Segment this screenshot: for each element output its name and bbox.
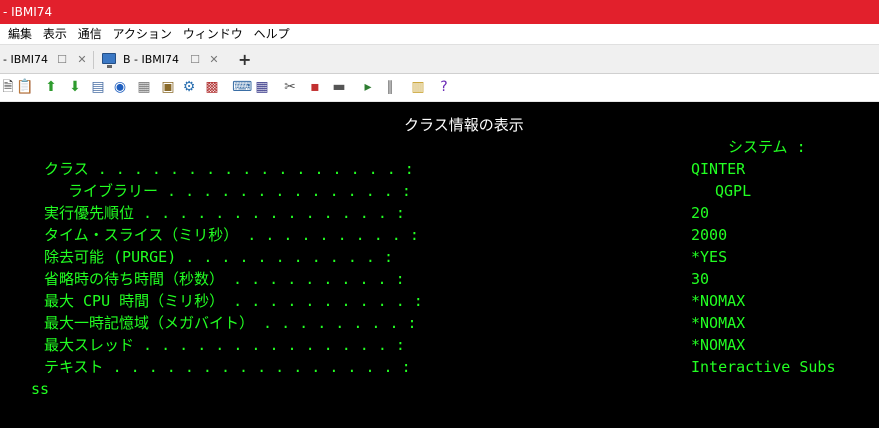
field-value-priority: 20 (691, 204, 710, 222)
record-icon[interactable]: ▪ (307, 79, 323, 96)
copy-icon[interactable]: 🗎 (0, 79, 16, 96)
keyboard-icon[interactable]: ⌨ (232, 79, 252, 96)
restore-icon[interactable]: ☐ (189, 48, 201, 72)
screen-title: クラス情報の表示 (404, 116, 524, 134)
monitor-icon (102, 53, 116, 68)
field-label-max-cpu: 最大 CPU 時間（ミリ秒） . . . . . . . . . . : (44, 292, 423, 310)
toolbar: 🗎 📋 ⬆ ⬇ ▤ ◉ ▦ ▣ ⚙ ▩ ⌨ ▦ ✂ ▪ ▬ ▸ ∥ ▥? (0, 74, 879, 102)
close-icon[interactable]: ✕ (76, 48, 88, 72)
tab-b-ibmi74[interactable]: B - IBMI74 ☐ ✕ (123, 48, 219, 72)
menu-view[interactable]: 表示 (43, 27, 67, 41)
settings-icon[interactable]: ⚙ (181, 79, 197, 96)
menu-window[interactable]: ウィンドウ (183, 27, 243, 41)
new-tab-button[interactable]: + (238, 48, 251, 72)
menu-communication[interactable]: 通信 (78, 27, 102, 41)
window-title: - IBMI74 (3, 5, 53, 19)
grid-icon[interactable]: ▦ (254, 79, 270, 96)
help-icon[interactable]: ? (436, 79, 452, 96)
field-value-max-threads: *NOMAX (691, 336, 746, 354)
notes-icon[interactable]: ▥ (410, 79, 426, 96)
tab-divider (93, 51, 94, 69)
close-icon[interactable]: ✕ (208, 48, 220, 72)
field-value-library: QGPL (715, 182, 752, 200)
tools-icon[interactable]: ✂ (282, 79, 298, 96)
terminal-screen[interactable]: クラス情報の表示 システム : クラス . . . . . . . . . . … (0, 102, 879, 428)
menu-bar: 編集 表示 通信 アクション ウィンドウ ヘルプ (0, 24, 879, 44)
field-value-class: QINTER (691, 160, 746, 178)
field-label-class: クラス . . . . . . . . . . . . . . . . . : (44, 160, 414, 178)
tab-label: - IBMI74 (3, 53, 48, 66)
field-value-purge: *YES (691, 248, 728, 266)
field-label-library: ライブラリー . . . . . . . . . . . . . : (68, 182, 411, 200)
menu-help[interactable]: ヘルプ (254, 27, 290, 41)
play-icon[interactable]: ▸ (360, 79, 376, 96)
field-label-time-slice: タイム・スライス（ミリ秒） . . . . . . . . . : (44, 226, 419, 244)
tab-ibmi74[interactable]: - IBMI74 ☐ ✕ (3, 48, 87, 72)
field-label-priority: 実行優先順位 . . . . . . . . . . . . . . : (44, 204, 405, 222)
field-label-max-threads: 最大スレッド . . . . . . . . . . . . . . : (44, 336, 405, 354)
compass-icon[interactable]: ◉ (112, 79, 128, 96)
field-value-time-slice: 2000 (691, 226, 728, 244)
field-value-max-cpu: *NOMAX (691, 292, 746, 310)
field-value-wait-time: 30 (691, 270, 710, 288)
menu-actions[interactable]: アクション (113, 27, 172, 41)
field-label-wait-time: 省略時の待ち時間（秒数） . . . . . . . . . : (44, 270, 405, 288)
download-icon[interactable]: ⬇ (67, 79, 83, 96)
macro-icon[interactable]: ▩ (204, 79, 220, 96)
field-label-max-temp-storage: 最大一時記憶域（メガバイト） . . . . . . . . : (44, 314, 417, 332)
stop-icon[interactable]: ▬ (331, 79, 347, 96)
document-icon[interactable]: ▦ (136, 79, 152, 96)
field-value-text: Interactive Subs (691, 358, 836, 376)
upload-icon[interactable]: ⬆ (43, 79, 59, 96)
menu-edit[interactable]: 編集 (8, 27, 32, 41)
session-tab-bar: - IBMI74 ☐ ✕ B - IBMI74 ☐ ✕ + (0, 44, 879, 74)
pause-icon[interactable]: ∥ (382, 79, 398, 96)
field-label-purge: 除去可能 (PURGE) . . . . . . . . . . . : (44, 248, 393, 266)
field-value-max-temp-storage: *NOMAX (691, 314, 746, 332)
text-continuation: ss (31, 380, 50, 398)
field-label-text: テキスト . . . . . . . . . . . . . . . . : (44, 358, 411, 376)
clipboard-icon[interactable]: ▤ (90, 79, 106, 96)
window-title-bar: - IBMI74 (0, 0, 879, 24)
tab-label: B - IBMI74 (123, 53, 180, 66)
restore-icon[interactable]: ☐ (56, 48, 68, 72)
paste-icon[interactable]: 📋 (16, 79, 33, 96)
system-label: システム : (728, 138, 806, 156)
package-icon[interactable]: ▣ (160, 79, 176, 96)
